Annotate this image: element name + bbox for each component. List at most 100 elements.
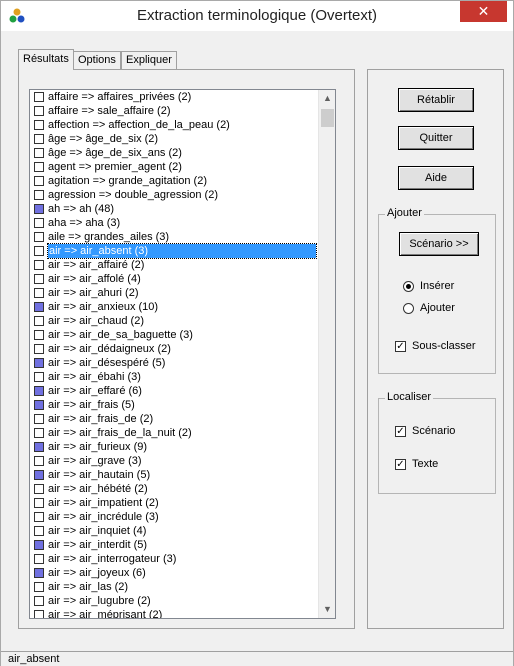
list-item[interactable]: aha => aha (3) bbox=[30, 216, 318, 230]
list-item-checkbox[interactable] bbox=[34, 596, 44, 606]
list-item[interactable]: air => air_frais_de_la_nuit (2) bbox=[30, 426, 318, 440]
retablir-button[interactable]: Rétablir bbox=[398, 88, 474, 112]
list-item-checkbox[interactable] bbox=[34, 358, 44, 368]
close-button[interactable]: ✕ bbox=[460, 1, 507, 22]
list-item[interactable]: air => air_frais_de (2) bbox=[30, 412, 318, 426]
quitter-button[interactable]: Quitter bbox=[398, 126, 474, 150]
list-item-checkbox[interactable] bbox=[34, 288, 44, 298]
list-item-checkbox[interactable] bbox=[34, 260, 44, 270]
list-item-checkbox[interactable] bbox=[34, 386, 44, 396]
list-item[interactable]: air => air_désespéré (5) bbox=[30, 356, 318, 370]
list-item[interactable]: agent => premier_agent (2) bbox=[30, 160, 318, 174]
list-item-checkbox[interactable] bbox=[34, 120, 44, 130]
list-item-checkbox[interactable] bbox=[34, 582, 44, 592]
list-item-checkbox[interactable] bbox=[34, 442, 44, 452]
list-item-checkbox[interactable] bbox=[34, 344, 44, 354]
list-item[interactable]: air => air_dédaigneux (2) bbox=[30, 342, 318, 356]
list-item[interactable]: air => air_lugubre (2) bbox=[30, 594, 318, 608]
list-item-checkbox[interactable] bbox=[34, 484, 44, 494]
term-listbox[interactable]: affaire => affaires_privées (2) affaire =… bbox=[29, 89, 336, 619]
aide-button[interactable]: Aide bbox=[398, 166, 474, 190]
list-item[interactable]: air => air_hautain (5) bbox=[30, 468, 318, 482]
list-item[interactable]: air => air_méprisant (2) bbox=[30, 608, 318, 618]
list-item-checkbox[interactable] bbox=[34, 274, 44, 284]
list-item[interactable]: âge => âge_de_six_ans (2) bbox=[30, 146, 318, 160]
list-item-checkbox[interactable] bbox=[34, 568, 44, 578]
list-item[interactable]: air => air_interrogateur (3) bbox=[30, 552, 318, 566]
list-item[interactable]: agression => double_agression (2) bbox=[30, 188, 318, 202]
list-item-checkbox[interactable] bbox=[34, 498, 44, 508]
list-item[interactable]: air => air_joyeux (6) bbox=[30, 566, 318, 580]
list-item-label: air => air_frais (5) bbox=[48, 399, 135, 411]
vertical-scrollbar[interactable]: ▲ ▼ bbox=[318, 90, 335, 618]
scenario-checkbox[interactable]: ✓ bbox=[395, 426, 406, 437]
list-item[interactable]: air => air_anxieux (10) bbox=[30, 300, 318, 314]
list-item[interactable]: air => air_ahuri (2) bbox=[30, 286, 318, 300]
list-item-checkbox[interactable] bbox=[34, 526, 44, 536]
list-item-checkbox[interactable] bbox=[34, 246, 44, 256]
list-item-checkbox[interactable] bbox=[34, 610, 44, 618]
tab-resultats[interactable]: Résultats bbox=[18, 49, 74, 70]
list-item[interactable]: air => air_de_sa_baguette (3) bbox=[30, 328, 318, 342]
tab-expliquer[interactable]: Expliquer bbox=[121, 51, 177, 69]
list-item-checkbox[interactable] bbox=[34, 316, 44, 326]
list-item[interactable]: air => air_incrédule (3) bbox=[30, 510, 318, 524]
list-item[interactable]: air => air_ébahi (3) bbox=[30, 370, 318, 384]
list-item-checkbox[interactable] bbox=[34, 372, 44, 382]
list-item[interactable]: affaire => sale_affaire (2) bbox=[30, 104, 318, 118]
scroll-thumb[interactable] bbox=[321, 109, 334, 127]
list-item[interactable]: air => air_furieux (9) bbox=[30, 440, 318, 454]
list-item-label: air => air_lugubre (2) bbox=[48, 595, 151, 607]
list-item[interactable]: air => air_affolé (4) bbox=[30, 272, 318, 286]
list-item[interactable]: air => air_frais (5) bbox=[30, 398, 318, 412]
list-item-checkbox[interactable] bbox=[34, 302, 44, 312]
list-item-checkbox[interactable] bbox=[34, 330, 44, 340]
sous-classer-checkbox[interactable]: ✓ bbox=[395, 341, 406, 352]
list-item[interactable]: affaire => affaires_privées (2) bbox=[30, 90, 318, 104]
list-item[interactable]: air => air_hébété (2) bbox=[30, 482, 318, 496]
list-item[interactable]: ah => ah (48) bbox=[30, 202, 318, 216]
scroll-down-icon[interactable]: ▼ bbox=[319, 601, 335, 618]
list-item-checkbox[interactable] bbox=[34, 176, 44, 186]
list-item-checkbox[interactable] bbox=[34, 106, 44, 116]
list-item-checkbox[interactable] bbox=[34, 190, 44, 200]
list-item-checkbox[interactable] bbox=[34, 540, 44, 550]
list-item[interactable]: air => air_absent (3) bbox=[30, 243, 318, 259]
list-item[interactable]: air => air_chaud (2) bbox=[30, 314, 318, 328]
list-item-checkbox[interactable] bbox=[34, 162, 44, 172]
ajouter-radio[interactable] bbox=[403, 303, 414, 314]
texte-checkbox[interactable]: ✓ bbox=[395, 459, 406, 470]
list-item-checkbox[interactable] bbox=[34, 148, 44, 158]
list-item[interactable]: agitation => grande_agitation (2) bbox=[30, 174, 318, 188]
list-item[interactable]: air => air_impatient (2) bbox=[30, 496, 318, 510]
list-item-checkbox[interactable] bbox=[34, 92, 44, 102]
list-item-label: air => air_affolé (4) bbox=[48, 273, 141, 285]
list-item-checkbox[interactable] bbox=[34, 400, 44, 410]
list-item[interactable]: air => air_inquiet (4) bbox=[30, 524, 318, 538]
list-item-checkbox[interactable] bbox=[34, 218, 44, 228]
list-item[interactable]: air => air_las (2) bbox=[30, 580, 318, 594]
list-item[interactable]: air => air_grave (3) bbox=[30, 454, 318, 468]
list-item-label: air => air_grave (3) bbox=[48, 455, 142, 467]
list-item-checkbox[interactable] bbox=[34, 428, 44, 438]
inserer-radio[interactable] bbox=[403, 281, 414, 292]
list-item-checkbox[interactable] bbox=[34, 414, 44, 424]
list-item[interactable]: air => air_effaré (6) bbox=[30, 384, 318, 398]
tab-options[interactable]: Options bbox=[73, 51, 121, 69]
list-item-checkbox[interactable] bbox=[34, 554, 44, 564]
list-item[interactable]: air => air_interdit (5) bbox=[30, 538, 318, 552]
scroll-up-icon[interactable]: ▲ bbox=[319, 90, 335, 107]
list-item[interactable]: âge => âge_de_six (2) bbox=[30, 132, 318, 146]
list-item-label: air => air_désespéré (5) bbox=[48, 357, 166, 369]
list-item-checkbox[interactable] bbox=[34, 204, 44, 214]
list-item[interactable]: air => air_affairé (2) bbox=[30, 258, 318, 272]
list-item-checkbox[interactable] bbox=[34, 134, 44, 144]
list-item-checkbox[interactable] bbox=[34, 232, 44, 242]
scenario-button[interactable]: Scénario >> bbox=[399, 232, 479, 256]
list-item[interactable]: affection => affection_de_la_peau (2) bbox=[30, 118, 318, 132]
list-item-checkbox[interactable] bbox=[34, 456, 44, 466]
list-item-checkbox[interactable] bbox=[34, 470, 44, 480]
list-item-checkbox[interactable] bbox=[34, 512, 44, 522]
window-title: Extraction terminologique (Overtext) bbox=[136, 7, 378, 24]
list-item[interactable]: aile => grandes_ailes (3) bbox=[30, 230, 318, 244]
